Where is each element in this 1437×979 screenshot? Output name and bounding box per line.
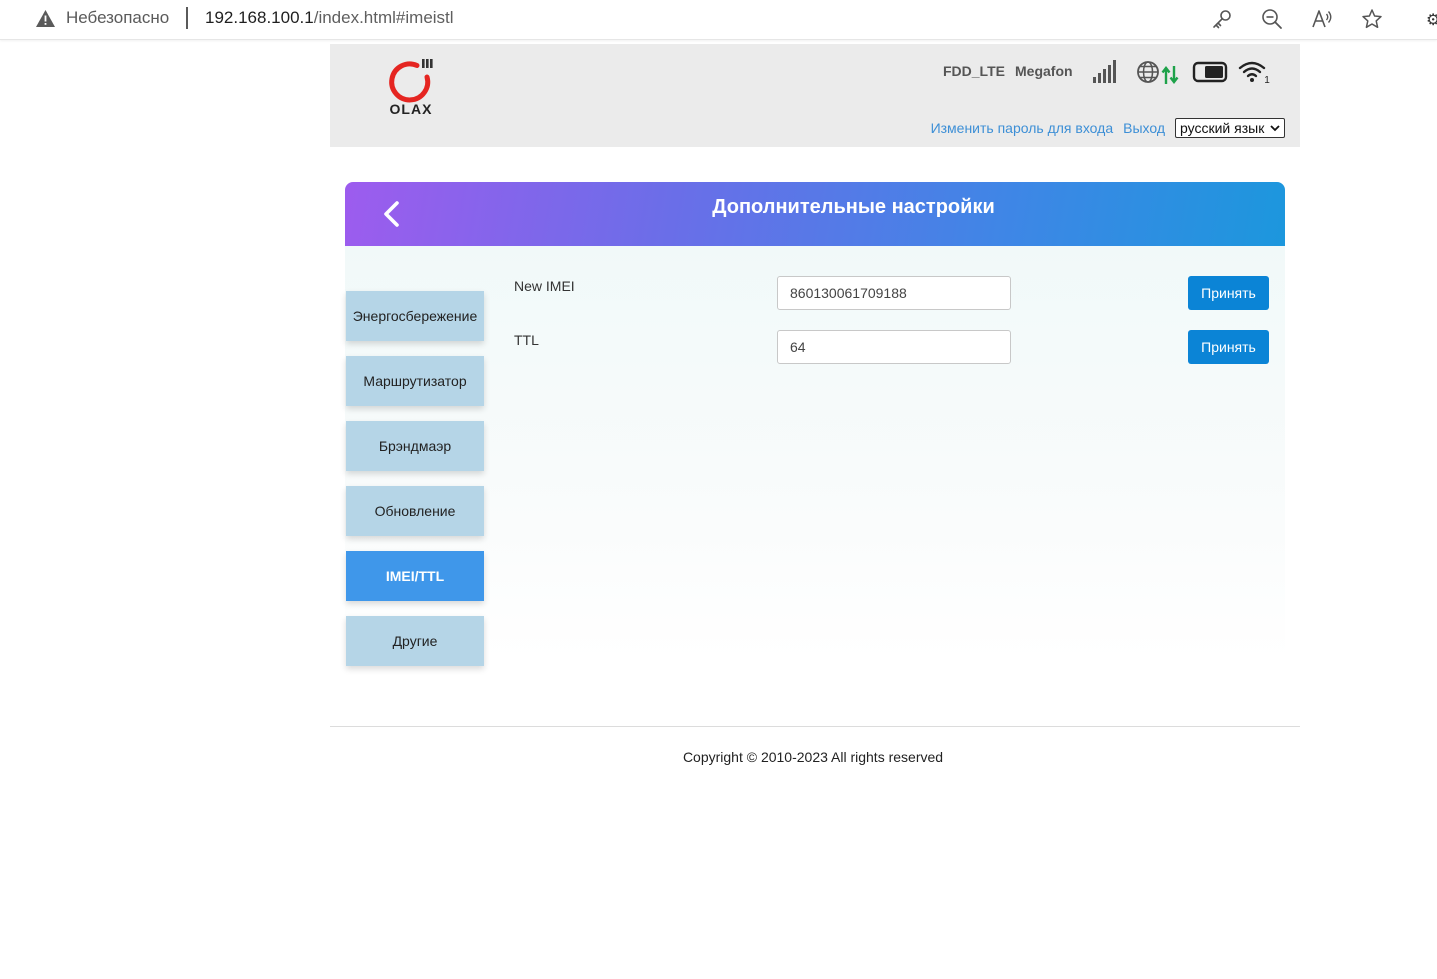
favorite-star-icon[interactable] — [1361, 8, 1383, 30]
signal-strength-icon — [1093, 60, 1116, 83]
wifi-client-count: 1 — [1264, 75, 1270, 85]
wifi-icon: 1 — [1238, 61, 1270, 85]
chevron-down-icon — [1270, 125, 1280, 132]
network-type: FDD_LTE — [943, 63, 1005, 79]
footer-divider — [330, 726, 1300, 727]
read-aloud-icon[interactable] — [1311, 8, 1333, 30]
menu-item-label: Брэндмаэр — [378, 438, 452, 454]
browser-toolbar: Небезопасно 192.168.100.1/index.html#ime… — [0, 0, 1437, 40]
page-banner: Дополнительные настройки — [345, 182, 1285, 246]
logo-text: OLAX — [390, 101, 433, 117]
page-title: Дополнительные настройки — [712, 196, 995, 218]
language-selected-value: русский язык — [1180, 120, 1265, 136]
ttl-input[interactable] — [777, 330, 1011, 364]
battery-icon — [1192, 61, 1228, 83]
url-host: 192.168.100.1 — [205, 8, 314, 27]
menu-item-other[interactable]: Другие — [346, 616, 484, 666]
operator-name: Megafon — [1015, 63, 1073, 79]
key-icon[interactable] — [1211, 8, 1233, 30]
menu-item-label: Маршрутизатор — [363, 373, 467, 389]
menu-item-router[interactable]: Маршрутизатор — [346, 356, 484, 406]
language-select[interactable]: русский язык — [1175, 118, 1285, 138]
ttl-label: TTL — [514, 332, 539, 348]
router-header: OLAX FDD_LTE Megafon 1 Изменить пароль д… — [330, 44, 1300, 147]
security-status-label[interactable]: Небезопасно — [66, 8, 169, 28]
change-password-link[interactable]: Изменить пароль для входа — [931, 120, 1114, 136]
imei-label: New IMEI — [514, 278, 575, 294]
copyright-text: Copyright © 2010-2023 All rights reserve… — [682, 749, 944, 765]
globe-internet-icon — [1137, 61, 1159, 83]
imei-apply-button[interactable]: Принять — [1188, 276, 1269, 310]
menu-item-label: IMEI/TTL — [385, 568, 445, 584]
menu-item-imei-ttl[interactable]: IMEI/TTL — [346, 551, 484, 601]
menu-item-label: Обновление — [374, 503, 456, 519]
header-links: Изменить пароль для входа Выход русский … — [931, 118, 1285, 138]
address-separator — [186, 7, 188, 29]
menu-item-firewall[interactable]: Брэндмаэр — [346, 421, 484, 471]
menu-item-label: Другие — [392, 633, 438, 649]
data-transfer-arrows-icon — [1161, 66, 1179, 84]
extensions-icon[interactable]: ⚙ — [1426, 10, 1437, 28]
ttl-apply-button[interactable]: Принять — [1188, 330, 1269, 364]
menu-item-label: Энергосбережение — [352, 308, 478, 324]
url-path: /index.html#imeistl — [313, 8, 454, 27]
menu-item-update[interactable]: Обновление — [346, 486, 484, 536]
address-bar[interactable]: Небезопасно 192.168.100.1/index.html#ime… — [8, 0, 1404, 37]
olax-logo: OLAX — [389, 59, 433, 117]
url-text[interactable]: 192.168.100.1/index.html#imeistl — [205, 8, 454, 28]
zoom-out-icon[interactable] — [1261, 8, 1283, 30]
menu-item-power-saving[interactable]: Энергосбережение — [346, 291, 484, 341]
warning-icon[interactable] — [35, 9, 56, 28]
logout-link[interactable]: Выход — [1123, 120, 1165, 136]
imei-input[interactable] — [777, 276, 1011, 310]
